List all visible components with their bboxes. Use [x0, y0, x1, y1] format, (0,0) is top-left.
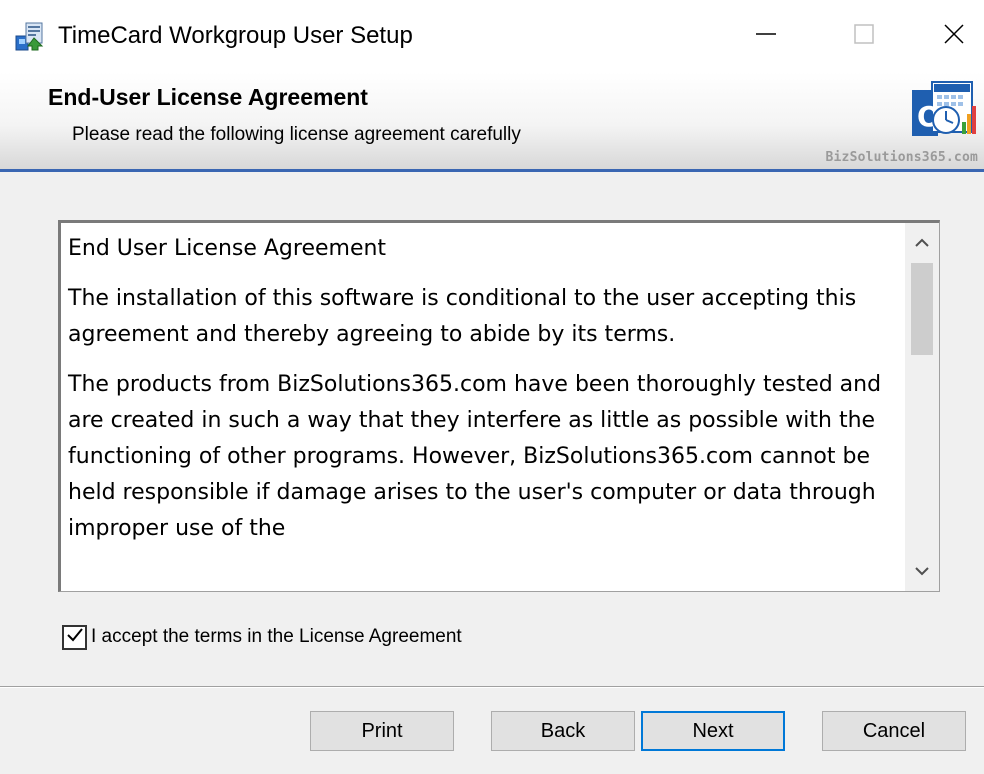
footer-divider: [0, 686, 984, 688]
checkmark-icon: [65, 625, 85, 650]
accept-terms-row[interactable]: I accept the terms in the License Agreem…: [62, 622, 462, 652]
back-button[interactable]: Back: [491, 711, 635, 751]
timecard-logo-icon: O: [908, 78, 978, 148]
next-button[interactable]: Next: [641, 711, 785, 751]
license-paragraph: The products from BizSolutions365.com ha…: [68, 372, 882, 541]
title-bar: TimeCard Workgroup User Setup: [0, 0, 984, 72]
license-text-box[interactable]: End User License Agreement The installat…: [58, 220, 940, 592]
installer-icon: [14, 20, 46, 52]
accept-terms-label[interactable]: I accept the terms in the License Agreem…: [91, 626, 462, 648]
print-button[interactable]: Print: [310, 711, 454, 751]
maximize-button[interactable]: [834, 0, 894, 72]
vertical-scrollbar[interactable]: [905, 223, 939, 591]
maximize-icon: [852, 22, 876, 51]
accept-terms-checkbox[interactable]: [62, 624, 87, 650]
close-button[interactable]: [924, 0, 984, 72]
scroll-up-button[interactable]: [905, 227, 939, 261]
page-subtitle: Please read the following license agreem…: [72, 124, 521, 145]
header-banner: End-User License Agreement Please read t…: [0, 72, 984, 172]
license-paragraph: The installation of this software is con…: [68, 286, 857, 347]
cancel-button[interactable]: Cancel: [822, 711, 966, 751]
page-title: End-User License Agreement: [48, 84, 368, 110]
license-heading: End User License Agreement: [68, 236, 387, 261]
chevron-up-icon: [915, 235, 929, 253]
scroll-down-button[interactable]: [905, 555, 939, 589]
scroll-thumb[interactable]: [911, 263, 933, 355]
license-content: End User License Agreement The installat…: [68, 231, 903, 561]
close-icon: [942, 22, 966, 51]
minimize-button[interactable]: [736, 0, 796, 72]
chevron-down-icon: [915, 563, 929, 581]
setup-window: TimeCard Workgroup User Setup End-User L…: [0, 0, 984, 774]
window-title: TimeCard Workgroup User Setup: [58, 22, 413, 49]
brand-name: BizSolutions365.com: [825, 150, 978, 165]
minimize-icon: [754, 22, 778, 51]
